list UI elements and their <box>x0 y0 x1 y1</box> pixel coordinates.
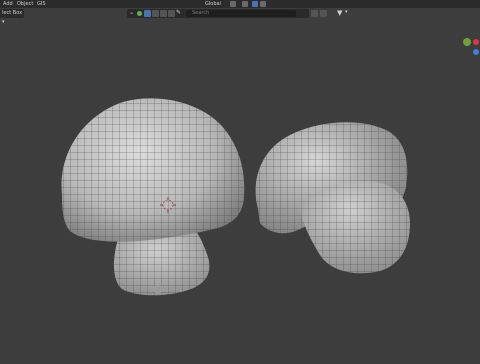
left-mushroom[interactable] <box>61 98 245 296</box>
3d-viewport[interactable] <box>0 19 480 360</box>
select-mode-dropdown[interactable]: lect Box ▾ <box>0 9 24 25</box>
face-tool-button[interactable] <box>160 10 167 17</box>
gizmo-z-icon[interactable] <box>473 49 479 55</box>
wrench-icon[interactable]: ✎ <box>176 9 181 16</box>
edge-tool-button[interactable] <box>152 10 159 17</box>
orientation-label: Global <box>205 1 221 7</box>
object-color-icon <box>137 11 142 16</box>
proportional-edit-icon[interactable] <box>252 1 258 7</box>
orientation-dropdown[interactable]: Global <box>196 0 224 9</box>
select-tool-button[interactable] <box>144 10 151 17</box>
stem-drip <box>152 285 164 293</box>
pivot-icon[interactable] <box>230 1 236 7</box>
menu-add[interactable]: Add <box>3 0 13 8</box>
overlay-button[interactable] <box>320 10 327 17</box>
right-mushroom[interactable] <box>255 122 410 274</box>
mesh-tool-button[interactable] <box>168 10 175 17</box>
transform-controls <box>230 1 266 8</box>
header-toolbar: lect Box ▾ ⌁ ✎ Search Global ▼ ▾ <box>0 1 480 25</box>
snap-icon[interactable]: ⌁ <box>130 10 134 17</box>
gizmo-x-icon[interactable] <box>473 39 479 45</box>
falloff-icon[interactable] <box>260 1 266 7</box>
search-input[interactable]: Search <box>186 10 296 17</box>
menu-object[interactable]: Object <box>17 0 33 8</box>
menu-gis[interactable]: GIS <box>37 0 46 8</box>
gizmo-y-icon[interactable] <box>463 38 471 46</box>
navigation-gizmo[interactable] <box>458 31 480 55</box>
viewport-canvas <box>61 98 410 296</box>
snap-toggle-icon[interactable] <box>242 1 248 7</box>
filter-icon[interactable]: ▼ <box>337 9 342 17</box>
chevron-down-icon[interactable]: ▾ <box>345 9 348 15</box>
view-button[interactable] <box>311 10 318 17</box>
select-mode-label: lect Box <box>2 10 23 16</box>
